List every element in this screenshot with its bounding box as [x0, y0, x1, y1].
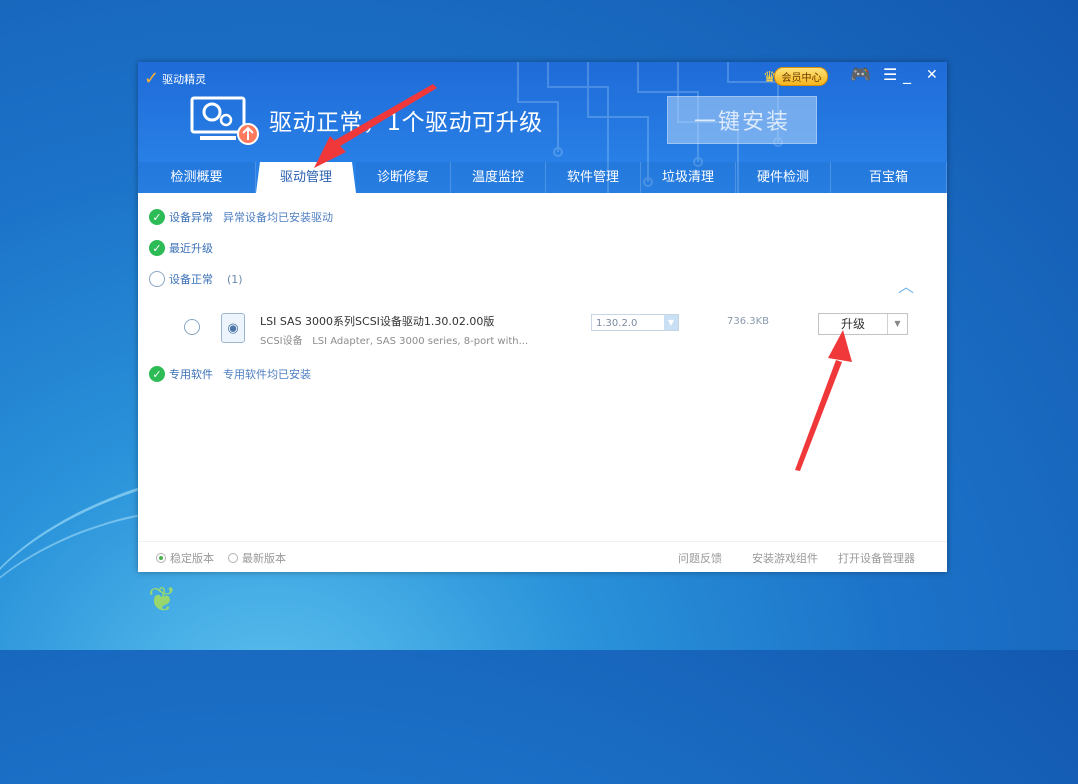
main-tabs: 检测概要 驱动管理 诊断修复 温度监控 软件管理 垃圾清理 硬件检测 百宝箱: [138, 162, 947, 193]
app-logo: ✓ 驱动精灵: [144, 70, 206, 88]
menu-icon[interactable]: ☰: [883, 65, 897, 85]
radio-selected: [156, 553, 166, 563]
tab-diagnose-repair[interactable]: 诊断修复: [356, 162, 451, 193]
driver-description: SCSI设备 LSI Adapter, SAS 3000 series, 8-p…: [260, 332, 528, 347]
driver-name: LSI SAS 3000系列SCSI设备驱动1.30.02.00版: [260, 315, 495, 328]
section-abnormal[interactable]: ✓ 设备异常 异常设备均已安装驱动: [149, 209, 333, 225]
stable-version-option[interactable]: 稳定版本: [156, 550, 214, 566]
section-title: 专用软件: [169, 368, 213, 381]
install-game-components-link[interactable]: 安装游戏组件: [752, 550, 818, 566]
radio-unselected: [228, 553, 238, 563]
stable-version-label: 稳定版本: [170, 552, 214, 565]
header: ✓ 驱动精灵 驱动正常，1个驱动可升级 一键安装 ♛ 会员中心 🎮 ☰ _ ✕ …: [138, 62, 947, 193]
version-value: 1.30.2.0: [596, 318, 638, 329]
section-title: 设备正常: [169, 273, 213, 286]
driver-row: ◉ LSI SAS 3000系列SCSI设备驱动1.30.02.00版 SCSI…: [182, 313, 912, 353]
vip-center-button[interactable]: ♛ 会员中心: [763, 67, 829, 86]
footer: 稳定版本 最新版本 问题反馈 安装游戏组件 打开设备管理器: [138, 541, 947, 573]
select-all-radio[interactable]: [149, 271, 165, 287]
minimize-icon[interactable]: _: [903, 65, 911, 85]
section-recent[interactable]: ✓ 最近升级: [149, 240, 213, 256]
chevron-down-icon[interactable]: ▼: [888, 314, 907, 334]
app-name: 驱动精灵: [162, 73, 207, 86]
check-icon: ✓: [149, 366, 165, 382]
version-select[interactable]: 1.30.2.0 ▼: [591, 314, 679, 331]
driver-select-radio[interactable]: [184, 319, 200, 335]
tab-temperature[interactable]: 温度监控: [451, 162, 546, 193]
tab-hardware[interactable]: 硬件检测: [736, 162, 831, 193]
check-icon: ✓: [149, 240, 165, 256]
monitor-gear-icon: [190, 96, 259, 145]
section-title: 设备异常: [169, 211, 213, 224]
tab-driver-management[interactable]: 驱动管理: [256, 162, 356, 193]
status-title: 驱动正常，1个驱动可升级: [269, 110, 543, 136]
tab-overview[interactable]: 检测概要: [138, 162, 256, 193]
desktop-logo-leaf: ❦: [148, 580, 177, 620]
chevron-up-icon[interactable]: ︿: [898, 273, 914, 297]
latest-version-label: 最新版本: [242, 552, 286, 565]
feedback-link[interactable]: 问题反馈: [678, 550, 722, 566]
disk-drive-icon: ◉: [221, 313, 245, 343]
vip-label: 会员中心: [774, 67, 829, 86]
tab-toolbox[interactable]: 百宝箱: [831, 162, 947, 193]
driver-detail: LSI Adapter, SAS 3000 series, 8-port wit…: [312, 336, 529, 347]
section-title: 最近升级: [169, 242, 213, 255]
section-normal[interactable]: 设备正常 (1): [149, 271, 243, 287]
device-count: (1): [227, 272, 243, 286]
driver-size: 736.3KB: [727, 316, 770, 327]
section-detail: 异常设备均已安装驱动: [223, 211, 333, 224]
tab-software[interactable]: 软件管理: [546, 162, 641, 193]
section-special-software[interactable]: ✓ 专用软件 专用软件均已安装: [149, 366, 311, 382]
chevron-down-icon: ▼: [664, 315, 678, 330]
upgrade-split-button: 升级 ▼: [818, 313, 908, 335]
driver-management-panel: ✓ 设备异常 异常设备均已安装驱动 ✓ 最近升级 设备正常 (1) ︿ ◉ LS…: [138, 193, 947, 572]
driver-genius-window: ✓ 驱动精灵 驱动正常，1个驱动可升级 一键安装 ♛ 会员中心 🎮 ☰ _ ✕ …: [138, 62, 947, 572]
logo-icon: ✓: [144, 68, 160, 89]
latest-version-option[interactable]: 最新版本: [228, 550, 286, 566]
one-click-install-button[interactable]: 一键安装: [667, 96, 817, 144]
gamepad-icon[interactable]: 🎮: [850, 65, 871, 85]
check-icon: ✓: [149, 209, 165, 225]
open-device-manager-link[interactable]: 打开设备管理器: [838, 550, 915, 566]
driver-category: SCSI设备: [260, 336, 303, 347]
upgrade-button[interactable]: 升级: [819, 314, 888, 334]
tab-junk-clean[interactable]: 垃圾清理: [641, 162, 736, 193]
section-detail: 专用软件均已安装: [223, 368, 311, 381]
close-icon[interactable]: ✕: [926, 65, 938, 85]
